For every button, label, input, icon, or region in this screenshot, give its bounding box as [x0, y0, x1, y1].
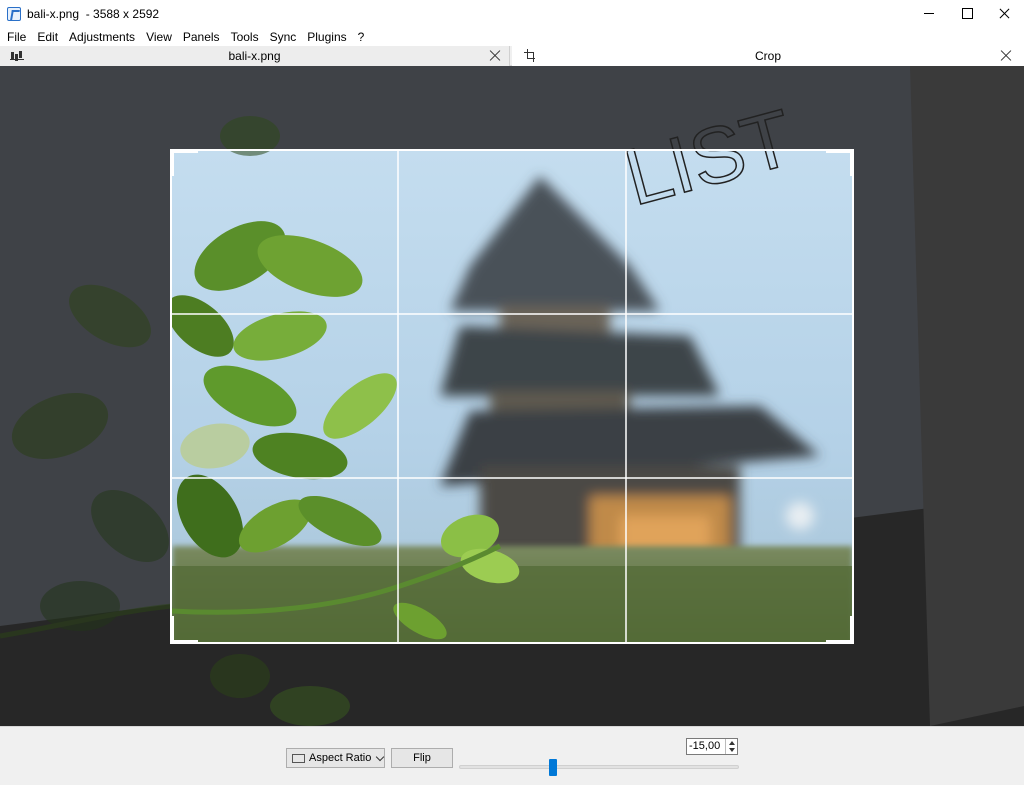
app-icon [7, 6, 21, 21]
image-panel-title: bali-x.png [228, 49, 281, 63]
close-crop-panel-icon[interactable] [999, 49, 1013, 63]
menu-plugins[interactable]: Plugins [303, 30, 350, 44]
rotation-spinbox[interactable]: -15,00 [686, 738, 738, 755]
menu-view[interactable]: View [142, 30, 176, 44]
menu-edit[interactable]: Edit [33, 30, 62, 44]
crop-region-content [172, 150, 853, 642]
rotation-slider-thumb[interactable] [548, 759, 557, 776]
menu-bar: File Edit Adjustments View Panels Tools … [0, 28, 1024, 46]
title-bar: bali-x.png - 3588 x 2592 [0, 0, 1024, 27]
menu-panels[interactable]: Panels [179, 30, 224, 44]
window-controls [910, 0, 1024, 27]
maximize-button[interactable] [948, 0, 986, 27]
aspect-ratio-label: Aspect Ratio [309, 752, 372, 764]
menu-help[interactable]: ? [354, 30, 369, 44]
spin-arrows-icon[interactable] [725, 739, 737, 754]
panel-header-bar: bali-x.png Crop [0, 46, 1024, 66]
menu-sync[interactable]: Sync [266, 30, 301, 44]
crop-panel-tab[interactable]: Crop [512, 46, 1024, 66]
menu-file[interactable]: File [3, 30, 30, 44]
crop-panel-title: Crop [754, 49, 781, 63]
image-canvas[interactable]: LIST [0, 66, 1024, 726]
image-panel-tab[interactable]: bali-x.png [0, 46, 510, 66]
window-title: bali-x.png - 3588 x 2592 [27, 6, 160, 21]
photo-preview: LIST [0, 66, 1024, 726]
menu-tools[interactable]: Tools [227, 30, 263, 44]
chevron-down-icon [376, 752, 385, 761]
aspect-ratio-dropdown[interactable]: Aspect Ratio [286, 748, 385, 768]
close-image-panel-icon[interactable] [488, 49, 502, 63]
rotation-slider-track[interactable] [459, 765, 739, 769]
menu-adjustments[interactable]: Adjustments [65, 30, 139, 44]
close-window-button[interactable] [986, 0, 1024, 27]
rotation-value[interactable]: -15,00 [687, 739, 725, 754]
crop-toolbar: Aspect Ratio Flip -15,00 [0, 726, 1024, 785]
aspect-ratio-icon [292, 753, 305, 763]
minimize-button[interactable] [910, 0, 948, 27]
flip-button[interactable]: Flip [391, 748, 453, 768]
